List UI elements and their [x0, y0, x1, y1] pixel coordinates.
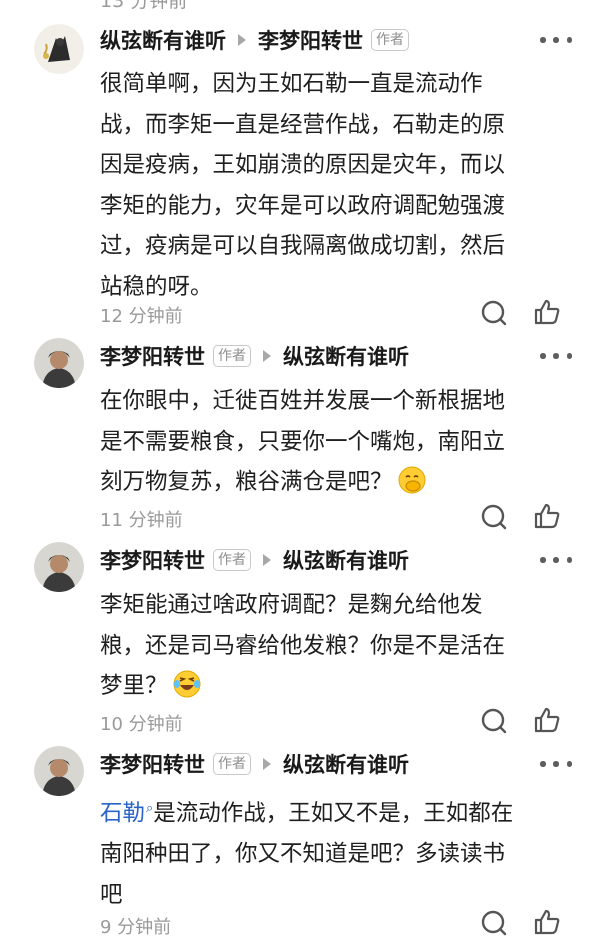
reply-arrow-icon: [263, 758, 271, 770]
comment-text: 李矩能通过啥政府调配？是麴允给他发 粮，还是司马睿给他发粮？你是不是活在 梦里？: [100, 592, 506, 699]
comment-author[interactable]: 李梦阳转世: [100, 341, 205, 371]
comment-time: 12 分钟前: [100, 306, 183, 327]
like-thumb-icon[interactable]: [532, 705, 562, 735]
avatar[interactable]: [34, 24, 84, 74]
comment-text: 在你眼中，迁徙百姓并发展一个新根据地 是不需要粮食，只要你一个嘴炮，南阳立 刻万…: [100, 388, 506, 495]
like-thumb-icon[interactable]: [532, 297, 562, 327]
more-options-icon[interactable]: [540, 353, 572, 359]
reply-to-name[interactable]: 纵弦断有谁听: [283, 341, 409, 371]
avatar[interactable]: [34, 338, 84, 388]
comment-time: 10 分钟前: [100, 714, 183, 735]
reply-to-name[interactable]: 纵弦断有谁听: [283, 545, 409, 575]
comment-text: 石勒⌕是流动作战，王如又不是，王如都在 南阳种田了，你又不知道是吧？多读读书 吧: [100, 800, 514, 908]
comment-author[interactable]: 纵弦断有谁听: [100, 25, 226, 55]
avatar[interactable]: [34, 542, 84, 592]
author-tag: 作者: [213, 345, 251, 367]
more-options-icon[interactable]: [540, 557, 572, 563]
hand-over-mouth-emoji: [397, 465, 427, 495]
comment-time: 11 分钟前: [100, 510, 183, 531]
comment-time: 9 分钟前: [100, 917, 172, 938]
comment-text: 很简单啊，因为王如石勒一直是流动作 战，而李矩一直是经营作战，石勒走的原 因是疫…: [100, 71, 506, 300]
mention-link[interactable]: 石勒: [100, 801, 145, 827]
reply-bubble-icon[interactable]: [479, 908, 509, 938]
more-options-icon[interactable]: [540, 761, 572, 767]
author-tag: 作者: [371, 29, 409, 51]
reply-arrow-icon: [238, 34, 246, 46]
comment-author[interactable]: 李梦阳转世: [100, 545, 205, 575]
like-thumb-icon[interactable]: [532, 501, 562, 531]
previous-comment-time: 13 分钟前: [100, 0, 188, 12]
reply-to-name[interactable]: 李梦阳转世: [258, 25, 363, 55]
reply-arrow-icon: [263, 554, 271, 566]
comment-author[interactable]: 李梦阳转世: [100, 749, 205, 779]
reply-bubble-icon[interactable]: [479, 298, 509, 328]
like-thumb-icon[interactable]: [532, 907, 562, 937]
more-options-icon[interactable]: [540, 37, 572, 43]
author-tag: 作者: [213, 753, 251, 775]
avatar[interactable]: [34, 746, 84, 796]
reply-bubble-icon[interactable]: [479, 502, 509, 532]
author-tag: 作者: [213, 549, 251, 571]
laughing-tears-emoji: [172, 669, 202, 699]
reply-arrow-icon: [263, 350, 271, 362]
reply-to-name[interactable]: 纵弦断有谁听: [283, 749, 409, 779]
reply-bubble-icon[interactable]: [479, 706, 509, 736]
